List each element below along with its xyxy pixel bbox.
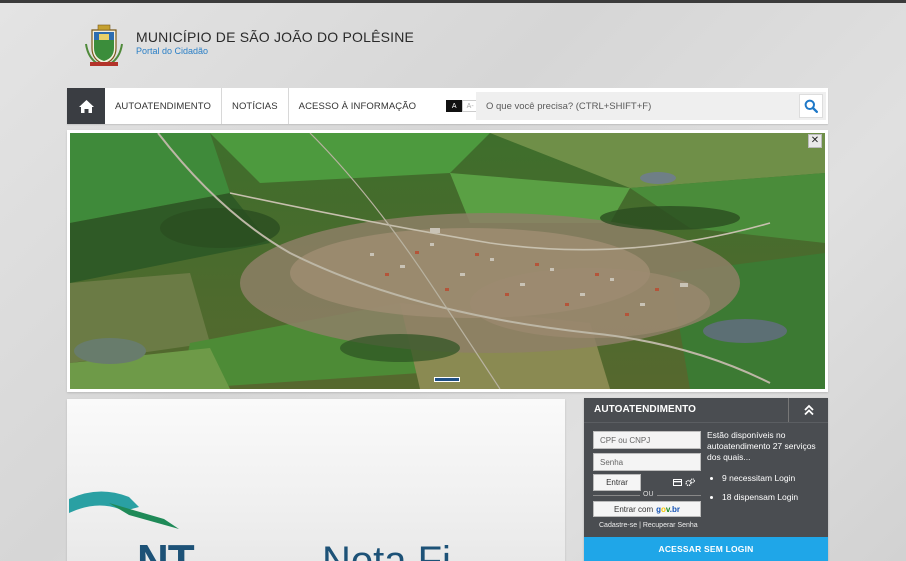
list-item[interactable]: 18 dispensam Login <box>722 492 825 503</box>
font-default-button[interactable]: A <box>446 100 463 112</box>
entrar-com-govbr-button[interactable]: Entrar com gov.br <box>593 501 701 517</box>
hero-banner[interactable]: ✕ <box>67 130 828 392</box>
autoatendimento-title: AUTOATENDIMENTO <box>594 404 697 415</box>
coat-of-arms-logo[interactable] <box>84 24 124 68</box>
nav-item-acesso-informacao[interactable]: ACESSO À INFORMAÇÃO <box>289 88 427 124</box>
card-icon[interactable] <box>673 479 682 486</box>
home-icon <box>78 99 94 113</box>
news-card[interactable]: NT Nota Fi <box>67 399 565 561</box>
site-header: MUNICÍPIO DE SÃO JOÃO DO POLÊSINE Portal… <box>84 24 414 70</box>
ou-label: OU <box>640 491 657 498</box>
panel-divider <box>584 422 828 423</box>
services-list: 9 necessitam Login 18 dispensam Login <box>707 473 825 503</box>
cpf-cnpj-input[interactable]: CPF ou CNPJ <box>593 431 701 449</box>
nav-item-autoatendimento[interactable]: AUTOATENDIMENTO <box>105 88 222 124</box>
aerial-town-photo <box>70 133 825 389</box>
search-input[interactable] <box>476 100 776 112</box>
top-strip <box>0 0 906 3</box>
list-item[interactable]: 9 necessitam Login <box>722 473 825 484</box>
autoatendimento-panel: AUTOATENDIMENTO CPF ou CNPJ Senha Entrar… <box>584 398 828 561</box>
services-info: Estão disponíveis no autoatendimento 27 … <box>707 430 825 511</box>
services-summary: Estão disponíveis no autoatendimento 27 … <box>707 430 816 462</box>
nav-item-noticias[interactable]: NOTÍCIAS <box>222 88 289 124</box>
entrar-button[interactable]: Entrar <box>593 474 641 491</box>
collapse-toggle[interactable] <box>788 398 828 422</box>
home-button[interactable] <box>67 88 105 124</box>
acessar-sem-login-button[interactable]: ACESSAR SEM LOGIN <box>584 537 828 561</box>
close-banner-button[interactable]: ✕ <box>808 134 822 148</box>
search-button[interactable] <box>799 94 823 118</box>
news-heading-part1: NT <box>137 536 195 561</box>
carousel-indicator[interactable] <box>434 377 460 382</box>
gears-icon[interactable] <box>685 478 695 487</box>
gov-prefix: Entrar com <box>614 504 654 514</box>
search-bar <box>476 92 826 120</box>
cadastre-recuperar-links[interactable]: Cadastre-se | Recuperar Senha <box>599 522 698 529</box>
main-nav: AUTOATENDIMENTO NOTÍCIAS ACESSO À INFORM… <box>67 88 828 124</box>
news-heading-part2: Nota Fi <box>322 539 451 561</box>
portal-subtitle[interactable]: Portal do Cidadão <box>136 46 414 56</box>
password-input[interactable]: Senha <box>593 453 701 471</box>
govbr-logo: gov.br <box>656 504 680 514</box>
search-icon <box>804 99 818 113</box>
double-chevron-up-icon <box>803 404 814 416</box>
page-title: MUNICÍPIO DE SÃO JOÃO DO POLÊSINE <box>136 29 415 45</box>
